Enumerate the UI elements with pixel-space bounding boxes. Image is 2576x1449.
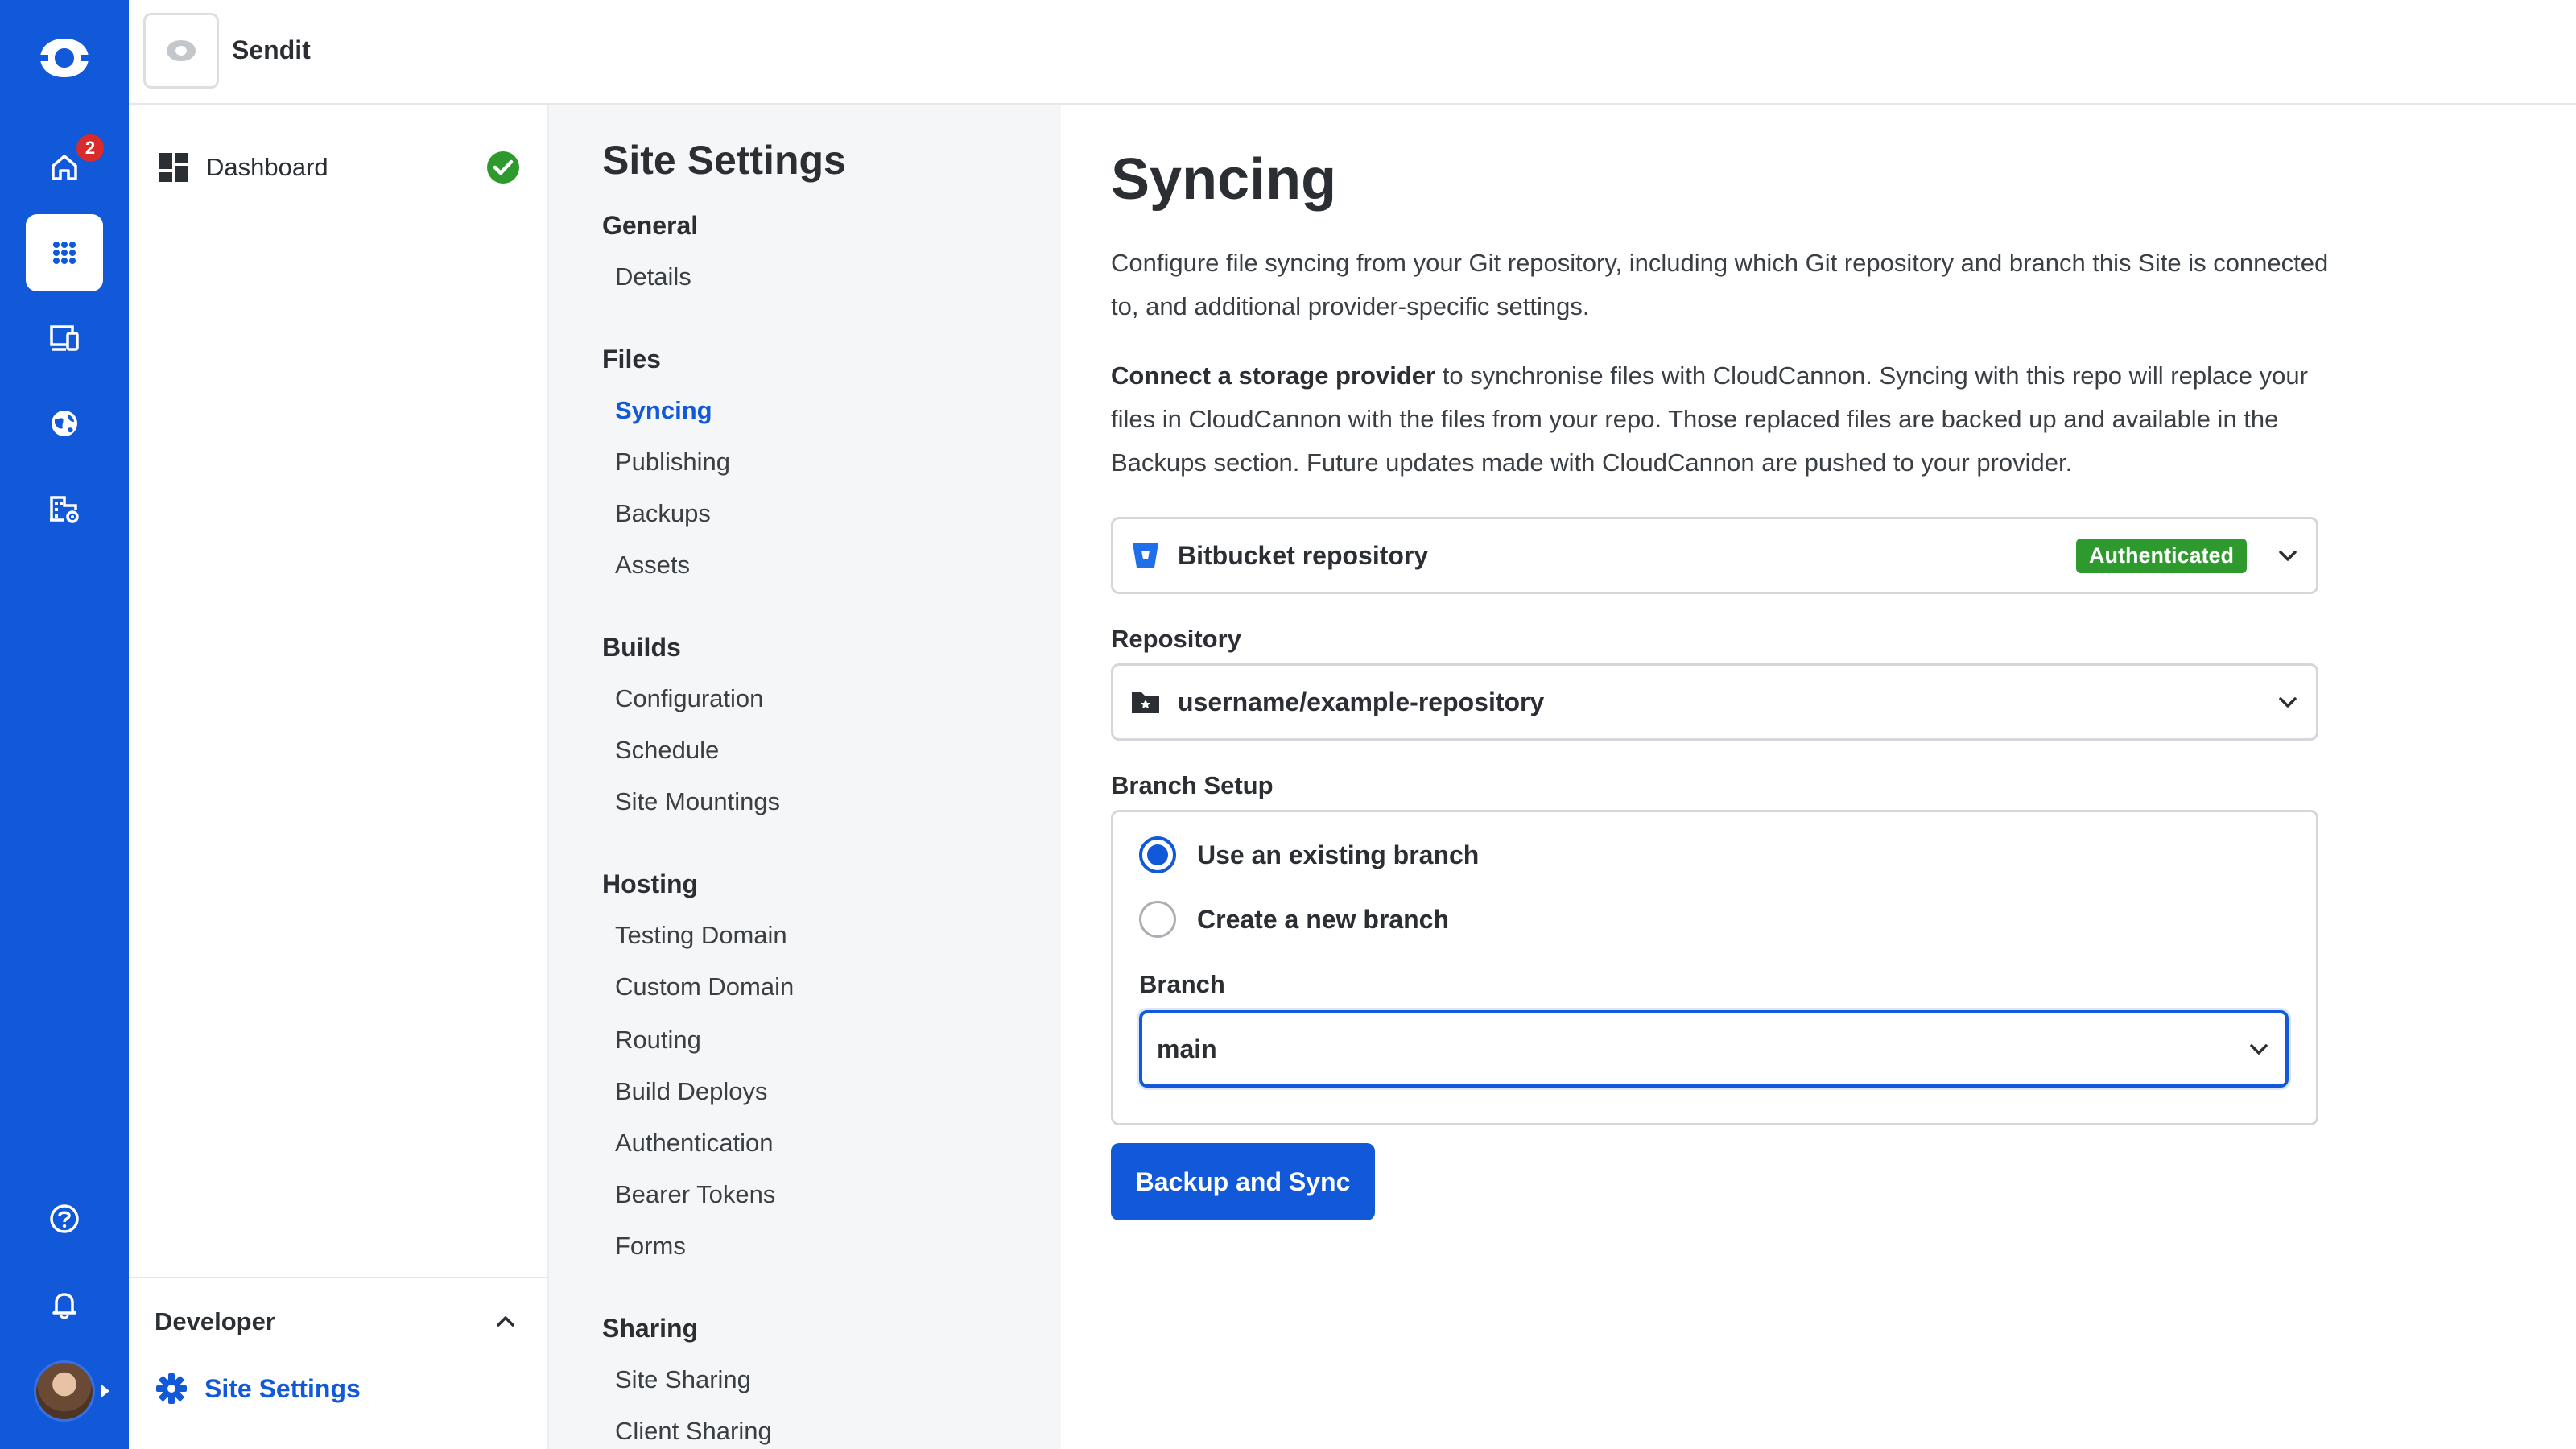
rail-notifications-button[interactable] [26,1265,103,1343]
nav-link-client-sharing[interactable]: Client Sharing [615,1417,772,1446]
branch-value: main [1157,1034,1217,1063]
nav-group-sharing: Sharing [602,1314,699,1343]
branch-select[interactable]: main [1139,1010,2289,1088]
nav-link-site-mountings[interactable]: Site Mountings [615,787,780,816]
check-circle-icon [487,151,519,184]
gear-icon [156,1373,187,1404]
chevron-down-icon [2250,1044,2268,1055]
app-rail: 2 [0,0,129,1449]
developer-section-toggle[interactable]: Developer [155,1307,517,1336]
connect-text: Connect a storage provider to synchronis… [1111,354,2334,485]
folder-icon [1132,692,1159,713]
rail-apps-button[interactable] [26,214,103,291]
nav-group-general: General [602,211,699,240]
provider-accordion[interactable]: Bitbucket repository Authenticated [1111,517,2318,594]
nav-link-forms[interactable]: Forms [615,1232,686,1261]
settings-nav-title: Site Settings [602,138,846,183]
cloudcannon-logo[interactable] [37,35,92,80]
sidebar-item-site-settings[interactable]: Site Settings [155,1372,361,1406]
nav-link-backups[interactable]: Backups [615,499,711,528]
nav-group-builds: Builds [602,633,681,662]
devices-icon [50,325,79,351]
site-icon[interactable] [143,13,219,89]
user-avatar[interactable] [34,1360,95,1422]
chevron-down-icon [2279,551,2297,561]
dashboard-icon [159,153,188,182]
rail-domains-button[interactable] [26,385,103,462]
globe-icon [52,411,77,436]
nav-group-hosting: Hosting [602,869,699,898]
bitbucket-icon [1133,543,1158,568]
repository-select[interactable]: username/example-repository [1111,663,2318,741]
site-sidebar: Dashboard Developer Site Settings [129,105,549,1449]
nav-link-custom-domain[interactable]: Custom Domain [615,972,794,1001]
chevron-down-icon [2279,697,2297,708]
radio-button-checked[interactable] [1139,836,1176,873]
connect-text-bold: Connect a storage provider [1111,361,1436,390]
sidebar-item-dashboard[interactable]: Dashboard [158,143,520,192]
repository-label: Repository [1111,625,1241,653]
nav-link-configuration[interactable]: Configuration [615,684,763,713]
nav-link-routing[interactable]: Routing [615,1026,701,1055]
nav-group-files: Files [602,345,661,374]
sidebar-item-label: Dashboard [206,153,328,181]
site-name[interactable]: Sendit [232,35,311,65]
branch-label: Branch [1139,970,1225,998]
nav-link-site-sharing[interactable]: Site Sharing [615,1365,751,1394]
help-icon [50,1204,79,1233]
site-logo-placeholder-icon [167,40,196,61]
nav-link-publishing[interactable]: Publishing [615,448,730,477]
bell-icon [52,1293,76,1319]
backup-and-sync-button[interactable]: Backup and Sync [1111,1143,1375,1220]
nav-link-syncing[interactable]: Syncing [615,396,712,425]
syncing-panel: Syncing Configure file syncing from your… [1061,105,2576,1449]
rail-devices-button[interactable] [26,299,103,377]
settings-nav: Site Settings General Details Files Sync… [549,105,1061,1449]
radio-button-unchecked[interactable] [1139,901,1176,938]
branch-setup-group: Use an existing branch Create a new bran… [1111,810,2318,1125]
page-title: Syncing [1111,147,1337,212]
chevron-up-icon [497,1316,514,1327]
nav-link-details[interactable]: Details [615,262,691,291]
nav-link-assets[interactable]: Assets [615,551,690,580]
repository-value: username/example-repository [1178,687,1545,716]
radio-existing-branch[interactable]: Use an existing branch [1139,836,1479,873]
sidebar-item-label: Site Settings [204,1373,361,1403]
notification-count-badge: 2 [74,132,106,164]
radio-new-branch[interactable]: Create a new branch [1139,901,1449,938]
intro-text: Configure file syncing from your Git rep… [1111,249,2329,320]
nav-link-testing-domain[interactable]: Testing Domain [615,921,787,950]
authenticated-badge: Authenticated [2075,538,2247,573]
branch-setup-label: Branch Setup [1111,771,1274,799]
nav-link-bearer-tokens[interactable]: Bearer Tokens [615,1180,775,1209]
rail-home-button[interactable]: 2 [26,129,106,206]
radio-label: Create a new branch [1197,904,1449,934]
developer-section: Developer Site Settings [129,1277,549,1449]
rail-organization-button[interactable] [26,470,103,547]
rail-help-button[interactable] [26,1180,103,1257]
nav-link-build-deploys[interactable]: Build Deploys [615,1077,768,1106]
apps-icon [53,242,76,264]
provider-name: Bitbucket repository [1178,540,1429,570]
nav-link-authentication[interactable]: Authentication [615,1129,773,1158]
caret-right-icon[interactable] [100,1383,111,1399]
top-header: Sendit [129,0,2576,105]
nav-link-schedule[interactable]: Schedule [615,736,719,765]
radio-label: Use an existing branch [1197,840,1480,869]
organization-icon [50,496,79,523]
developer-section-title: Developer [155,1307,275,1335]
